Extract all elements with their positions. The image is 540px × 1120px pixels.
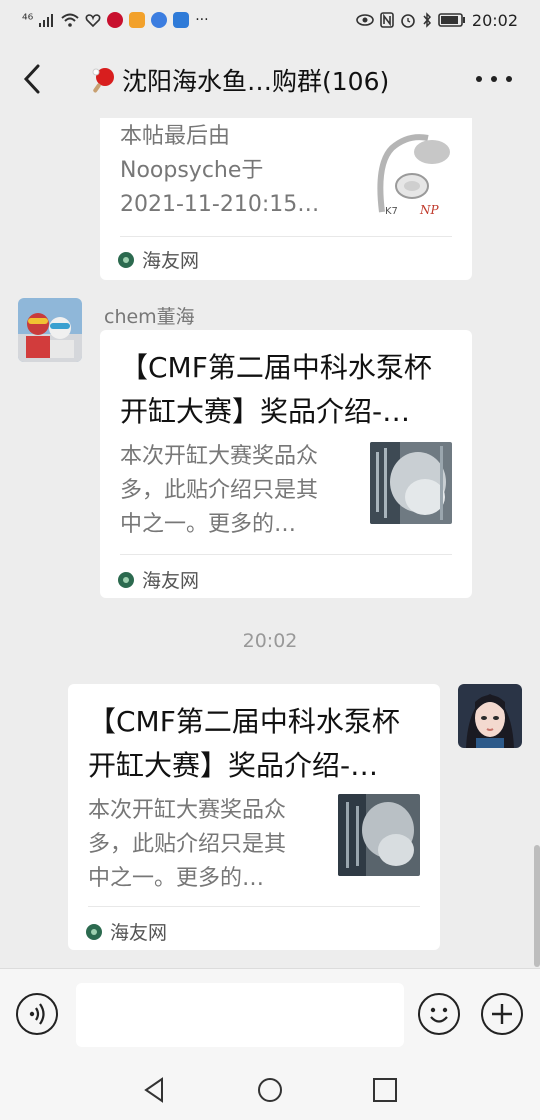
link-card[interactable]: 【CMF第二届中科水泵杯 开缸大赛】奖品介绍-… 本次开缸大赛奖品众 多，此贴介…: [100, 330, 472, 598]
source-name: 海友网: [142, 250, 200, 272]
wifi-icon: [61, 13, 79, 27]
nav-back-icon[interactable]: [140, 1075, 170, 1105]
source-name: 海友网: [110, 922, 168, 944]
plus-icon[interactable]: [481, 993, 523, 1035]
card-title-line: 【CMF第二届中科水泵杯: [88, 705, 400, 738]
card-source: 海友网: [118, 246, 199, 273]
nav-home-icon[interactable]: [255, 1075, 285, 1105]
message-input[interactable]: [76, 983, 404, 1047]
card-title-line: 【CMF第二届中科水泵杯: [120, 351, 432, 384]
alarm-icon: [401, 14, 415, 28]
brand-label: K7: [385, 206, 398, 217]
eye-icon: [356, 14, 374, 26]
source-logo-icon: [118, 251, 134, 268]
card-divider: [120, 236, 452, 237]
ping-pong-icon: [92, 68, 114, 93]
pump-light-image: K7 NP: [377, 134, 450, 217]
battery-icon: [438, 13, 465, 27]
heart-app-icon: [85, 14, 101, 28]
card-divider: [88, 906, 420, 907]
more-notifications-icon: ···: [195, 12, 209, 28]
source-logo-icon: [118, 571, 134, 588]
card-title-line: 开缸大赛】奖品介绍-…: [120, 395, 411, 428]
article-thumbnail: [338, 794, 420, 876]
card-source: 海友网: [86, 918, 167, 945]
self-avatar[interactable]: [458, 684, 522, 748]
message-timestamp: 20:02: [242, 630, 298, 652]
clock: 20:02: [471, 10, 518, 30]
nav-recents-icon[interactable]: [370, 1075, 400, 1105]
app-icon-music: [151, 12, 168, 28]
link-card-self[interactable]: 【CMF第二届中科水泵杯 开缸大赛】奖品介绍-… 本次开缸大赛奖品众 多，此贴介…: [68, 684, 440, 950]
card-divider: [120, 554, 452, 555]
card-source: 海友网: [118, 566, 199, 593]
status-right: 20:02: [356, 11, 518, 30]
input-bar: [0, 968, 540, 1060]
source-logo-icon: [86, 923, 102, 940]
more-dots-icon[interactable]: [476, 64, 512, 94]
chevron-left-icon[interactable]: [18, 60, 48, 98]
link-card-partial[interactable]: 本帖最后由 Noopsyche于 2021-11-210:15… K7 NP 海…: [100, 118, 472, 280]
chat-header: 沈阳海水鱼…购群(106): [0, 40, 540, 118]
article-thumbnail: [370, 442, 452, 524]
chat-title: 沈阳海水鱼…购群(106): [90, 62, 389, 98]
scrollbar-thumb[interactable]: [534, 845, 540, 967]
signal-bars-icon: [39, 14, 54, 27]
product-thumbnail: K7 NP: [370, 124, 452, 220]
nfc-icon: [380, 12, 394, 28]
signal-icon: ⁴⁶: [22, 12, 34, 28]
bluetooth-icon: [423, 12, 431, 28]
sender-name: chem董海: [104, 306, 195, 328]
app-icon-store: [173, 12, 190, 28]
status-bar: ⁴⁶ ··· 20:02: [0, 0, 540, 40]
chat-title-text: 沈阳海水鱼…购群(106): [122, 67, 390, 96]
source-name: 海友网: [142, 570, 200, 592]
card-title-line: 开缸大赛】奖品介绍-…: [88, 749, 379, 782]
emoji-icon[interactable]: [418, 993, 460, 1035]
app-icon-orange: [129, 12, 146, 28]
app-icon-red: [107, 12, 124, 28]
logo-label: NP: [419, 203, 440, 217]
status-left: ⁴⁶ ···: [22, 12, 209, 28]
avatar[interactable]: [18, 298, 82, 362]
system-nav-bar: [0, 1060, 540, 1120]
voice-icon[interactable]: [16, 993, 58, 1035]
